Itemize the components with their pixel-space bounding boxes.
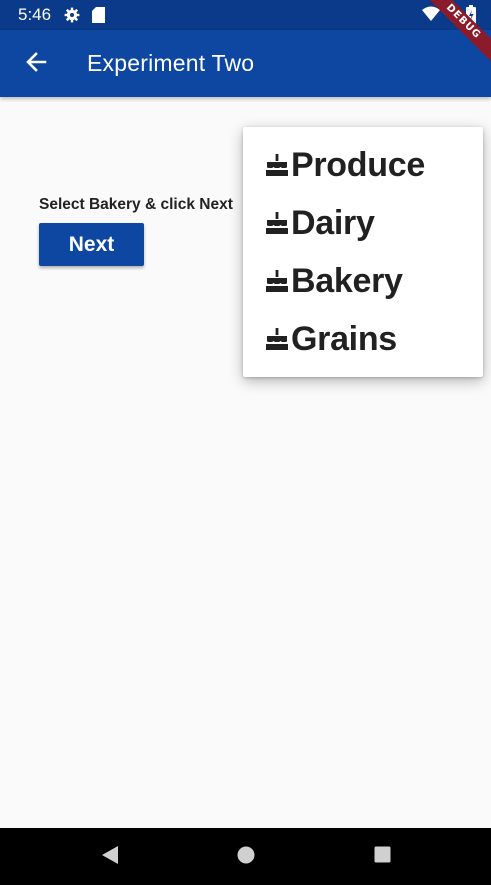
cake-icon (264, 152, 290, 178)
status-bar: 5:46 (0, 0, 491, 30)
instruction-text: Select Bakery & click Next (39, 196, 233, 213)
app-bar: Experiment Two (0, 30, 491, 97)
cake-icon (264, 326, 290, 352)
menu-item-label: Dairy (291, 203, 375, 242)
menu-item-label: Produce (291, 145, 425, 184)
system-nav-bar (0, 828, 491, 885)
page-title: Experiment Two (87, 50, 255, 76)
back-triangle-icon (101, 845, 119, 870)
nav-home-button[interactable] (231, 842, 261, 872)
wifi-icon (422, 6, 440, 27)
cake-icon (264, 210, 290, 236)
sd-card-icon (92, 7, 105, 28)
gear-icon (64, 7, 80, 28)
home-circle-icon (237, 846, 255, 869)
cake-icon (264, 268, 290, 294)
nav-recents-button[interactable] (367, 842, 397, 872)
arrow-left-icon (25, 51, 47, 78)
next-button[interactable]: Next (39, 223, 144, 266)
menu-item-dairy[interactable]: Dairy (264, 198, 375, 248)
menu-item-grains[interactable]: Grains (264, 314, 397, 364)
app-screen: 5:46 DEBUG Experiment Two Select Bakery … (0, 0, 491, 885)
nav-back-button[interactable] (95, 842, 125, 872)
recents-square-icon (374, 846, 391, 868)
back-button[interactable] (14, 42, 58, 86)
category-dropdown-menu: Produce Dairy Bakery Grains (243, 127, 483, 377)
status-time: 5:46 (18, 5, 52, 24)
menu-item-label: Bakery (291, 261, 403, 300)
menu-item-label: Grains (291, 319, 397, 358)
menu-item-produce[interactable]: Produce (264, 140, 425, 190)
menu-item-bakery[interactable]: Bakery (264, 256, 403, 306)
